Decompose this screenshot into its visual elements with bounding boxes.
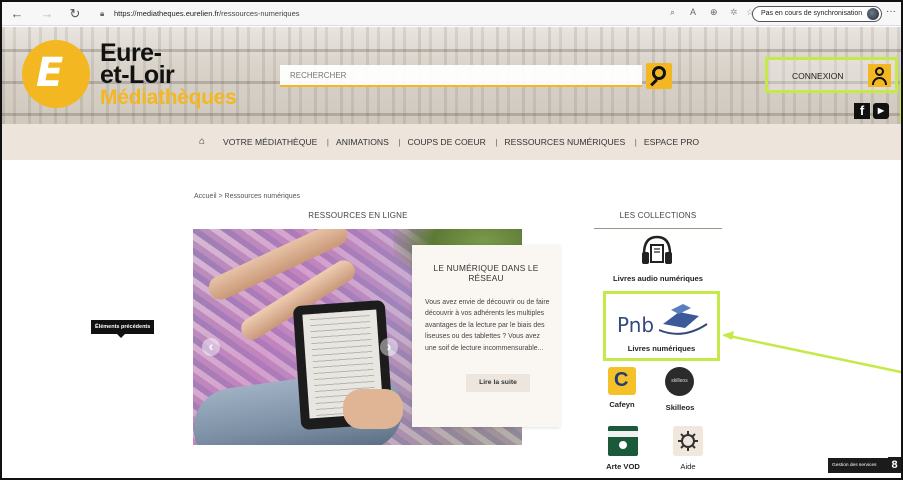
- search-button[interactable]: [646, 63, 672, 89]
- nav-item-espace-pro[interactable]: ESPACE PRO: [628, 137, 699, 147]
- breadcrumb[interactable]: Accueil > Ressources numériques: [194, 193, 300, 200]
- tooltip: Éléments précédents: [91, 320, 155, 338]
- search-input[interactable]: [280, 65, 642, 87]
- forward-arrow-icon[interactable]: →: [38, 5, 56, 23]
- extension-icon[interactable]: ✲: [730, 7, 738, 18]
- skilleos-logo-icon: skilleos: [665, 367, 694, 396]
- carousel-next-arrow-icon[interactable]: ›: [380, 338, 398, 356]
- collection-skilleos-label: Skilleos: [665, 403, 695, 412]
- address-bar[interactable]: 🔒︎ https://mediatheques.eurelien.fr/ress…: [100, 6, 330, 22]
- headphones-icon: [642, 235, 672, 264]
- read-more-button[interactable]: Lire la suite: [466, 374, 530, 392]
- more-menu-icon[interactable]: ···: [886, 6, 896, 17]
- collection-cafeyn-label: Cafeyn: [609, 400, 635, 409]
- user-icon: [868, 64, 891, 87]
- collection-ebooks-label: Livres numériques: [627, 344, 696, 353]
- login-button[interactable]: CONNEXION: [765, 57, 898, 93]
- home-icon[interactable]: ⌂: [199, 136, 205, 147]
- nav-menu: VOTRE MÉDIATHÈQUE ANIMATIONS COUPS DE CO…: [223, 137, 699, 147]
- zoom-icon[interactable]: ⊕: [710, 7, 718, 18]
- reload-icon[interactable]: ↻: [66, 5, 84, 23]
- cookie-settings-badge[interactable]: 8: [888, 457, 901, 473]
- shelf-decoration: [2, 113, 901, 116]
- search-icon-handle: [650, 78, 658, 87]
- cookie-settings-button[interactable]: Gestion des services: [828, 458, 888, 473]
- youtube-icon[interactable]: ▶: [873, 103, 889, 119]
- card-title: LE NUMÉRIQUE DANS LE RÉSEAU: [433, 263, 539, 283]
- brand-subtitle: Médiathèques: [100, 86, 237, 109]
- section-title-collections: LES COLLECTIONS: [594, 211, 722, 229]
- section-title-online-resources: RESSOURCES EN LIGNE: [308, 211, 408, 220]
- collection-ebooks-pnb[interactable]: Pnb Livres numériques: [603, 291, 720, 361]
- sync-label: Pas en cours de synchronisation: [761, 10, 863, 17]
- arte-vod-logo-icon: [608, 426, 638, 456]
- collection-arte-label: Arte VOD: [606, 462, 640, 471]
- url-host: https://mediatheques.eurelien.fr: [114, 9, 220, 18]
- profile-avatar: [867, 8, 879, 20]
- facebook-icon[interactable]: f: [854, 103, 870, 119]
- nav-item-coups-de-coeur[interactable]: COUPS DE COEUR: [391, 137, 485, 147]
- nav-item-ressources-numeriques[interactable]: RESSOURCES NUMÉRIQUES: [488, 137, 625, 147]
- main-navigation: ⌂ VOTRE MÉDIATHÈQUE ANIMATIONS COUPS DE …: [2, 124, 901, 160]
- sync-status-button[interactable]: Pas en cours de synchronisation: [752, 6, 882, 22]
- pnb-logo-icon: Pnb: [617, 304, 708, 337]
- read-aloud-icon[interactable]: A: [690, 7, 696, 17]
- collection-audio-books[interactable]: Livres audio numériques: [602, 234, 714, 286]
- collection-arte-vod[interactable]: Arte VOD: [602, 426, 644, 476]
- brand-title-line2: et-Loir: [100, 61, 175, 89]
- url-path: /ressources-numeriques: [219, 9, 300, 18]
- site-header: E Eure- et-Loir Médiathèques CONNEXION f…: [2, 27, 901, 124]
- collection-help[interactable]: Aide: [668, 426, 708, 476]
- login-label: CONNEXION: [792, 71, 844, 81]
- site-logo-icon[interactable]: E: [22, 40, 90, 108]
- nav-item-votre-mediatheque[interactable]: VOTRE MÉDIATHÈQUE: [223, 137, 317, 147]
- cafeyn-logo-icon: C: [608, 367, 636, 395]
- collection-audio-label: Livres audio numériques: [613, 274, 703, 283]
- collection-cafeyn[interactable]: C Cafeyn: [604, 367, 640, 413]
- back-arrow-icon[interactable]: ←: [8, 5, 26, 23]
- collection-skilleos[interactable]: skilleos Skilleos: [656, 367, 704, 415]
- browser-window: ← → ↻ 🔒︎ https://mediatheques.eurelien.f…: [0, 0, 903, 480]
- search-page-icon[interactable]: ⌕: [670, 7, 675, 18]
- help-gear-icon: [673, 426, 703, 456]
- nav-item-animations[interactable]: ANIMATIONS: [320, 137, 389, 147]
- hand-decoration: [343, 389, 403, 429]
- collection-help-label: Aide: [680, 462, 696, 471]
- featured-card: LE NUMÉRIQUE DANS LE RÉSEAU Vous avez en…: [412, 245, 560, 427]
- browser-toolbar: ← → ↻ 🔒︎ https://mediatheques.eurelien.f…: [2, 2, 901, 26]
- lock-icon: 🔒︎: [100, 9, 105, 18]
- search-bar: [280, 63, 672, 89]
- card-text: Vous avez envie de découvrir ou de faire…: [425, 299, 550, 352]
- pnb-logo-text: Pnb: [617, 313, 654, 337]
- carousel-prev-arrow-icon[interactable]: ‹: [202, 338, 220, 356]
- search-icon: [652, 66, 666, 80]
